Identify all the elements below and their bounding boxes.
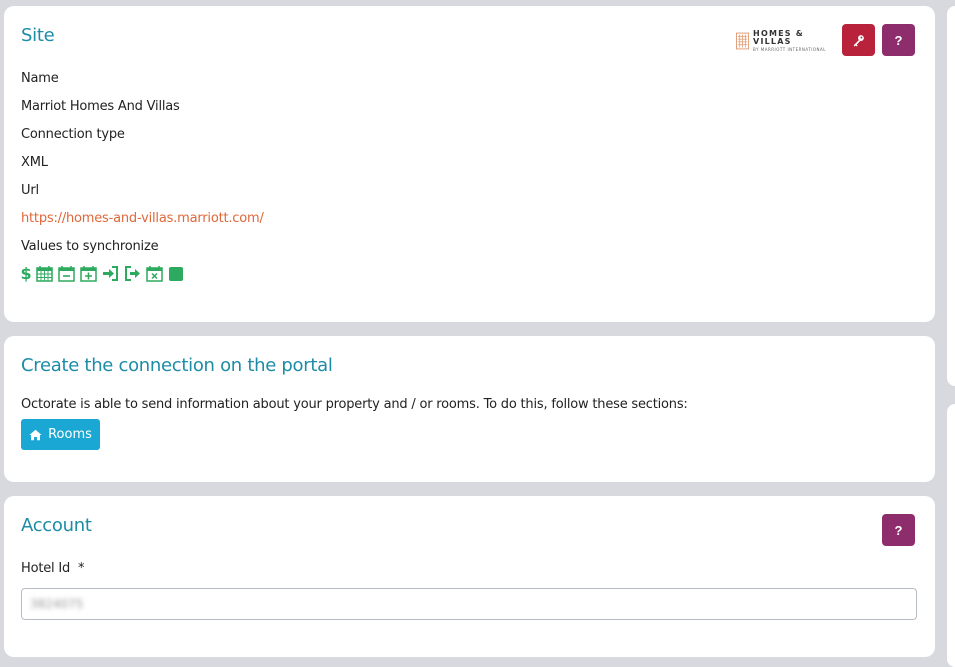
hotel-id-input[interactable]: 3824075 [21, 588, 917, 620]
hotel-id-value: 3824075 [30, 597, 84, 611]
logo-sub-text: BY MARRIOTT INTERNATIONAL [753, 47, 827, 52]
sync-icons: $ [21, 265, 184, 282]
logo-mark-icon [736, 32, 750, 50]
portal-title: Create the connection on the portal [21, 355, 333, 376]
url-link[interactable]: https://homes-and-villas.marriott.com/ [21, 211, 264, 226]
side-panel-top [947, 6, 955, 386]
connection-type-value: XML [21, 155, 48, 170]
site-help-button[interactable]: ? [882, 24, 915, 56]
side-panel-bottom [947, 404, 955, 667]
hotel-id-label-text: Hotel Id [21, 561, 71, 576]
portal-card: Create the connection on the portal Octo… [4, 336, 935, 482]
calendar-minus-icon [58, 266, 75, 282]
calendar-times-icon [146, 266, 163, 282]
svg-text:$: $ [21, 265, 31, 282]
account-card: Account ? Hotel Id * 3824075 [4, 496, 935, 657]
hotel-id-label: Hotel Id * [21, 561, 85, 576]
rooms-button[interactable]: Rooms [21, 419, 100, 450]
homes-villas-logo: HOMES & VILLAS BY MARRIOTT INTERNATIONAL [736, 29, 840, 52]
calendar-grid-icon [36, 266, 53, 282]
key-icon [853, 34, 864, 47]
name-label: Name [21, 71, 59, 86]
site-title: Site [21, 25, 55, 46]
url-label: Url [21, 183, 39, 198]
rooms-button-label: Rooms [48, 427, 92, 442]
home-icon [29, 429, 42, 440]
logo-main-text: HOMES & VILLAS [753, 29, 804, 46]
calendar-plus-icon [80, 266, 97, 282]
sync-label: Values to synchronize [21, 239, 159, 254]
required-mark: * [78, 561, 85, 576]
sign-in-icon [103, 266, 118, 281]
square-icon [169, 266, 183, 281]
account-title: Account [21, 515, 92, 536]
account-help-button[interactable]: ? [882, 514, 915, 546]
site-card: Site HOMES & VILLAS BY MARRIOTT INTERNAT… [4, 6, 935, 322]
sign-out-icon [125, 266, 140, 281]
key-button[interactable] [842, 24, 875, 56]
portal-description: Octorate is able to send information abo… [21, 397, 688, 412]
connection-type-label: Connection type [21, 127, 125, 142]
name-value: Marriot Homes And Villas [21, 99, 180, 114]
dollar-icon: $ [21, 265, 31, 282]
